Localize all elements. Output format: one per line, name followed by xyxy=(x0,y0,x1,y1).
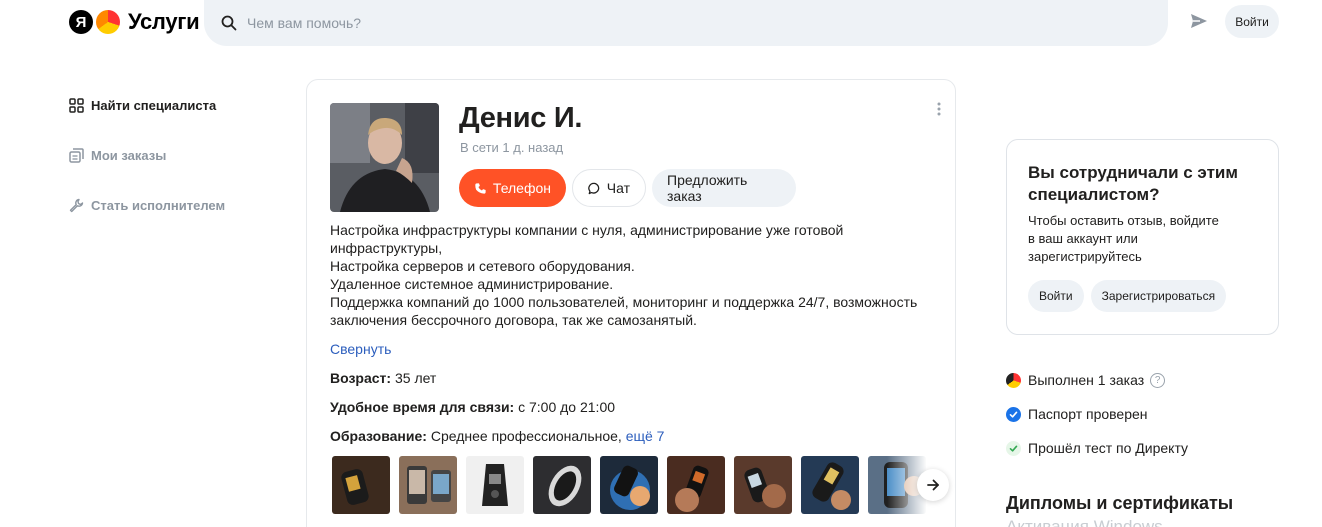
yandex-services-logo[interactable]: Я Услуги xyxy=(69,9,200,35)
more-options-icon[interactable] xyxy=(937,102,941,116)
portfolio-photo[interactable] xyxy=(332,456,390,514)
age-value: 35 лет xyxy=(394,370,437,386)
description-line: Настройка инфраструктуры компании с нуля… xyxy=(330,222,844,238)
badge-label: Прошёл тест по Директу xyxy=(1028,440,1189,456)
description-line: Удаленное системное администрирование. xyxy=(330,276,614,292)
action-buttons: Телефон Чат Предложить заказ xyxy=(459,169,796,207)
help-icon[interactable]: ? xyxy=(1150,372,1166,388)
portfolio-photo[interactable] xyxy=(600,456,658,514)
description-line: Поддержка компаний до 1000 пользователей… xyxy=(330,294,918,310)
cooperation-text-line: зарегистрируйтесь xyxy=(1028,249,1142,264)
contact-time-label: Удобное время для связи: xyxy=(330,399,515,415)
chat-button[interactable]: Чат xyxy=(572,169,646,207)
search-input[interactable] xyxy=(247,15,1127,31)
specialist-badges: Выполнен 1 заказ ? Паспорт проверен Прош… xyxy=(1006,371,1188,473)
portfolio-photo[interactable] xyxy=(533,456,591,514)
yandex-services-icon xyxy=(1006,372,1021,388)
description-line: инфраструктуры, xyxy=(330,240,443,256)
sidebar-item-find-specialist[interactable]: Найти специалиста xyxy=(69,96,225,114)
register-button[interactable]: Зарегистрироваться xyxy=(1090,280,1227,312)
search-icon xyxy=(221,15,237,31)
portfolio-photo[interactable] xyxy=(466,456,524,514)
contact-time-field: Удобное время для связи: с 7:00 до 21:00 xyxy=(330,399,615,415)
gallery-next-button[interactable] xyxy=(917,469,949,501)
cooperation-text: Чтобы оставить отзыв, войдите в ваш акка… xyxy=(1028,212,1258,266)
online-status: В сети 1 д. назад xyxy=(460,140,564,155)
cooperation-buttons: Войти Зарегистрироваться xyxy=(1028,280,1227,312)
sidebar-item-become-performer[interactable]: Стать исполнителем xyxy=(69,196,225,214)
test-passed-icon xyxy=(1006,440,1021,456)
send-icon[interactable] xyxy=(1189,11,1209,31)
orders-icon xyxy=(69,147,84,163)
sidebar-item-label: Мои заказы xyxy=(91,147,167,163)
login-button[interactable]: Войти xyxy=(1028,280,1084,312)
verified-check-icon xyxy=(1006,406,1021,422)
cooperation-title: Вы сотрудничали с этим специалистом? xyxy=(1028,163,1238,204)
sidebar-item-label: Стать исполнителем xyxy=(91,197,226,213)
sidebar-item-my-orders[interactable]: Мои заказы xyxy=(69,146,225,164)
diplomas-subtitle: Активация Windows xyxy=(1006,517,1163,527)
badge-label: Выполнен 1 заказ xyxy=(1028,372,1145,388)
badge-passport-verified: Паспорт проверен xyxy=(1006,405,1188,423)
cooperation-text-line: Чтобы оставить отзыв, войдите xyxy=(1028,213,1219,228)
portfolio-photo[interactable] xyxy=(801,456,859,514)
diplomas-heading: Дипломы и сертификаты xyxy=(1006,493,1234,513)
offer-order-label: Предложить заказ xyxy=(667,172,748,204)
grid-icon xyxy=(69,97,84,113)
education-value: Среднее профессиональное, xyxy=(430,428,622,444)
education-label: Образование: xyxy=(330,428,427,444)
badge-label: Паспорт проверен xyxy=(1028,406,1148,422)
portfolio-gallery xyxy=(332,456,926,514)
description-line: Настройка серверов и сетевого оборудован… xyxy=(330,258,635,274)
wrench-icon xyxy=(69,198,84,212)
age-label: Возраст: xyxy=(330,370,392,386)
portfolio-photo[interactable] xyxy=(667,456,725,514)
age-field: Возраст: 35 лет xyxy=(330,370,436,386)
chat-bubble-icon xyxy=(588,182,600,194)
logo-text: Услуги xyxy=(128,9,200,34)
collapse-link[interactable]: Свернуть xyxy=(330,341,391,357)
specialist-description: Настройка инфраструктуры компании с нуля… xyxy=(330,221,930,329)
contact-time-value: с 7:00 до 21:00 xyxy=(518,399,616,415)
phone-button-label: Телефон xyxy=(492,180,551,196)
avatar[interactable] xyxy=(330,103,439,212)
offer-order-button[interactable]: Предложить заказ xyxy=(652,169,796,207)
specialist-name: Денис И. xyxy=(459,102,583,134)
phone-icon xyxy=(475,182,486,194)
sidebar-item-label: Найти специалиста xyxy=(91,97,217,113)
yandex-logo-icon: Я xyxy=(69,10,93,34)
portfolio-photo[interactable] xyxy=(734,456,792,514)
search-bar[interactable] xyxy=(204,0,1168,46)
arrow-right-icon xyxy=(927,479,939,491)
specialist-card: Денис И. В сети 1 д. назад Телефон Чат П… xyxy=(306,79,956,527)
sidebar-nav: Найти специалиста Мои заказы Стать испол… xyxy=(69,96,225,246)
services-logo-icon xyxy=(96,10,120,34)
badge-direct-test: Прошёл тест по Директу xyxy=(1006,439,1188,457)
cooperation-prompt: Вы сотрудничали с этим специалистом? Что… xyxy=(1006,139,1279,335)
portfolio-photo[interactable] xyxy=(399,456,457,514)
chat-button-label: Чат xyxy=(606,180,630,196)
badge-orders-completed: Выполнен 1 заказ ? xyxy=(1006,371,1188,389)
education-more-link[interactable]: ещё 7 xyxy=(626,428,665,444)
education-field: Образование: Среднее профессиональное, е… xyxy=(330,428,664,444)
cooperation-text-line: в ваш аккаунт или xyxy=(1028,231,1138,246)
login-button[interactable]: Войти xyxy=(1225,5,1279,38)
phone-button[interactable]: Телефон xyxy=(459,169,566,207)
description-line: заключения бессрочного договора, так же … xyxy=(330,312,697,328)
